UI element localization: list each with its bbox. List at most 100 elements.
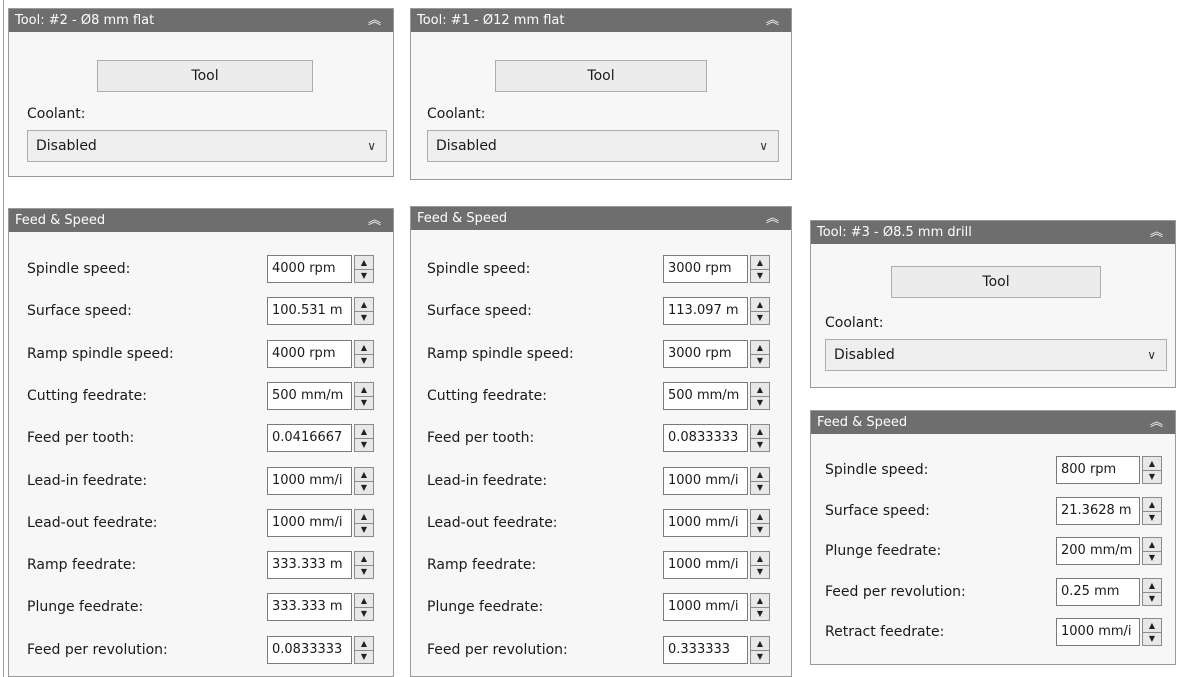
spin-down-icon[interactable]: ▼ [355, 481, 373, 494]
spin-up-icon[interactable]: ▲ [751, 468, 769, 482]
tool-button[interactable]: Tool [891, 266, 1101, 298]
spin-down-icon[interactable]: ▼ [355, 269, 373, 282]
spinbox-stepper[interactable]: ▲ ▼ [354, 424, 374, 453]
spin-up-icon[interactable]: ▲ [355, 468, 373, 482]
spin-up-icon[interactable]: ▲ [1143, 457, 1161, 471]
spinbox-stepper[interactable]: ▲ ▼ [354, 635, 374, 664]
spin-up-icon[interactable]: ▲ [751, 510, 769, 524]
spinbox-input[interactable]: 4000 rpm [267, 339, 352, 368]
spinbox-stepper[interactable]: ▲ ▼ [1142, 618, 1162, 646]
collapse-icon[interactable]: ︽ [368, 210, 381, 231]
spinbox-stepper[interactable]: ▲ ▼ [750, 424, 770, 453]
collapse-icon[interactable]: ︽ [1150, 222, 1163, 243]
spinbox-input[interactable]: 0.0833333 [663, 424, 748, 453]
spin-up-icon[interactable]: ▲ [751, 637, 769, 651]
spinbox-stepper[interactable]: ▲ ▼ [750, 466, 770, 495]
spin-up-icon[interactable]: ▲ [355, 383, 373, 397]
collapse-icon[interactable]: ︽ [368, 10, 381, 31]
spin-down-icon[interactable]: ▼ [355, 354, 373, 367]
spinbox-input[interactable]: 500 mm/m [267, 381, 352, 410]
spin-down-icon[interactable]: ▼ [751, 396, 769, 409]
spin-up-icon[interactable]: ▲ [355, 594, 373, 609]
spinbox-stepper[interactable]: ▲ ▼ [354, 297, 374, 326]
spin-up-icon[interactable]: ▲ [751, 341, 769, 355]
spinbox-input[interactable]: 4000 rpm [267, 255, 352, 283]
spinbox-stepper[interactable]: ▲ ▼ [354, 255, 374, 283]
spin-up-icon[interactable]: ▲ [355, 341, 373, 355]
spinbox-input[interactable]: 0.25 mm [1056, 577, 1140, 606]
spinbox-stepper[interactable]: ▲ ▼ [750, 593, 770, 622]
spinbox-stepper[interactable]: ▲ ▼ [354, 508, 374, 537]
spinbox-stepper[interactable]: ▲ ▼ [750, 551, 770, 580]
spin-down-icon[interactable]: ▼ [1143, 470, 1161, 483]
spinbox-input[interactable]: 1000 mm/i [663, 466, 748, 495]
spin-up-icon[interactable]: ▲ [355, 256, 373, 270]
spin-up-icon[interactable]: ▲ [751, 552, 769, 567]
spin-down-icon[interactable]: ▼ [751, 269, 769, 282]
spin-up-icon[interactable]: ▲ [1143, 538, 1161, 552]
spinbox-input[interactable]: 1000 mm/i [267, 508, 352, 537]
spinbox-stepper[interactable]: ▲ ▼ [1142, 577, 1162, 606]
spin-down-icon[interactable]: ▼ [355, 396, 373, 409]
spin-down-icon[interactable]: ▼ [751, 650, 769, 663]
spin-down-icon[interactable]: ▼ [355, 650, 373, 663]
spin-up-icon[interactable]: ▲ [751, 594, 769, 609]
spin-down-icon[interactable]: ▼ [355, 607, 373, 620]
spinbox-stepper[interactable]: ▲ ▼ [1142, 496, 1162, 525]
spin-down-icon[interactable]: ▼ [751, 607, 769, 620]
spinbox-input[interactable]: 500 mm/m [663, 381, 748, 410]
spin-up-icon[interactable]: ▲ [355, 298, 373, 313]
spinbox-stepper[interactable]: ▲ ▼ [750, 508, 770, 537]
spinbox-input[interactable]: 0.333333 [663, 635, 748, 664]
spin-down-icon[interactable]: ▼ [355, 565, 373, 578]
spinbox-input[interactable]: 0.0833333 [267, 635, 352, 664]
spinbox-stepper[interactable]: ▲ ▼ [354, 381, 374, 410]
spin-down-icon[interactable]: ▼ [1143, 551, 1161, 564]
spin-up-icon[interactable]: ▲ [355, 510, 373, 524]
spin-up-icon[interactable]: ▲ [751, 256, 769, 270]
spin-up-icon[interactable]: ▲ [751, 425, 769, 440]
spinbox-input[interactable]: 333.333 m [267, 593, 352, 622]
collapse-icon[interactable]: ︽ [766, 208, 779, 229]
coolant-select[interactable]: Disabled ∨ [427, 130, 779, 162]
spin-up-icon[interactable]: ▲ [1143, 498, 1161, 512]
tool-button[interactable]: Tool [97, 60, 313, 92]
spinbox-input[interactable]: 1000 mm/i [1056, 618, 1140, 646]
spin-up-icon[interactable]: ▲ [1143, 579, 1161, 593]
coolant-select[interactable]: Disabled ∨ [825, 339, 1167, 371]
spin-down-icon[interactable]: ▼ [751, 565, 769, 578]
spinbox-stepper[interactable]: ▲ ▼ [750, 297, 770, 326]
spin-up-icon[interactable]: ▲ [751, 298, 769, 313]
spinbox-stepper[interactable]: ▲ ▼ [354, 339, 374, 368]
spin-down-icon[interactable]: ▼ [751, 311, 769, 324]
spin-down-icon[interactable]: ▼ [751, 481, 769, 494]
spinbox-input[interactable]: 1000 mm/i [267, 466, 352, 495]
spinbox-stepper[interactable]: ▲ ▼ [750, 381, 770, 410]
spin-up-icon[interactable]: ▲ [355, 637, 373, 651]
spinbox-stepper[interactable]: ▲ ▼ [750, 255, 770, 283]
spin-down-icon[interactable]: ▼ [1143, 592, 1161, 605]
spin-down-icon[interactable]: ▼ [355, 523, 373, 536]
spinbox-input[interactable]: 333.333 m [267, 551, 352, 580]
spin-up-icon[interactable]: ▲ [355, 552, 373, 567]
spinbox-stepper[interactable]: ▲ ▼ [1142, 456, 1162, 484]
spinbox-input[interactable]: 0.0416667 [267, 424, 352, 453]
spinbox-stepper[interactable]: ▲ ▼ [750, 339, 770, 368]
spinbox-input[interactable]: 1000 mm/i [663, 508, 748, 537]
spin-down-icon[interactable]: ▼ [751, 523, 769, 536]
spinbox-stepper[interactable]: ▲ ▼ [1142, 537, 1162, 565]
spinbox-input[interactable]: 3000 rpm [663, 339, 748, 368]
spin-down-icon[interactable]: ▼ [1143, 632, 1161, 645]
spinbox-input[interactable]: 3000 rpm [663, 255, 748, 283]
spin-down-icon[interactable]: ▼ [355, 438, 373, 451]
spinbox-stepper[interactable]: ▲ ▼ [354, 593, 374, 622]
spinbox-stepper[interactable]: ▲ ▼ [354, 551, 374, 580]
spinbox-input[interactable]: 1000 mm/i [663, 593, 748, 622]
spin-down-icon[interactable]: ▼ [751, 438, 769, 451]
spinbox-input[interactable]: 113.097 m [663, 297, 748, 326]
spinbox-input[interactable]: 100.531 m [267, 297, 352, 326]
spin-up-icon[interactable]: ▲ [355, 425, 373, 440]
coolant-select[interactable]: Disabled ∨ [27, 130, 387, 162]
spin-up-icon[interactable]: ▲ [1143, 619, 1161, 633]
spin-down-icon[interactable]: ▼ [751, 354, 769, 367]
